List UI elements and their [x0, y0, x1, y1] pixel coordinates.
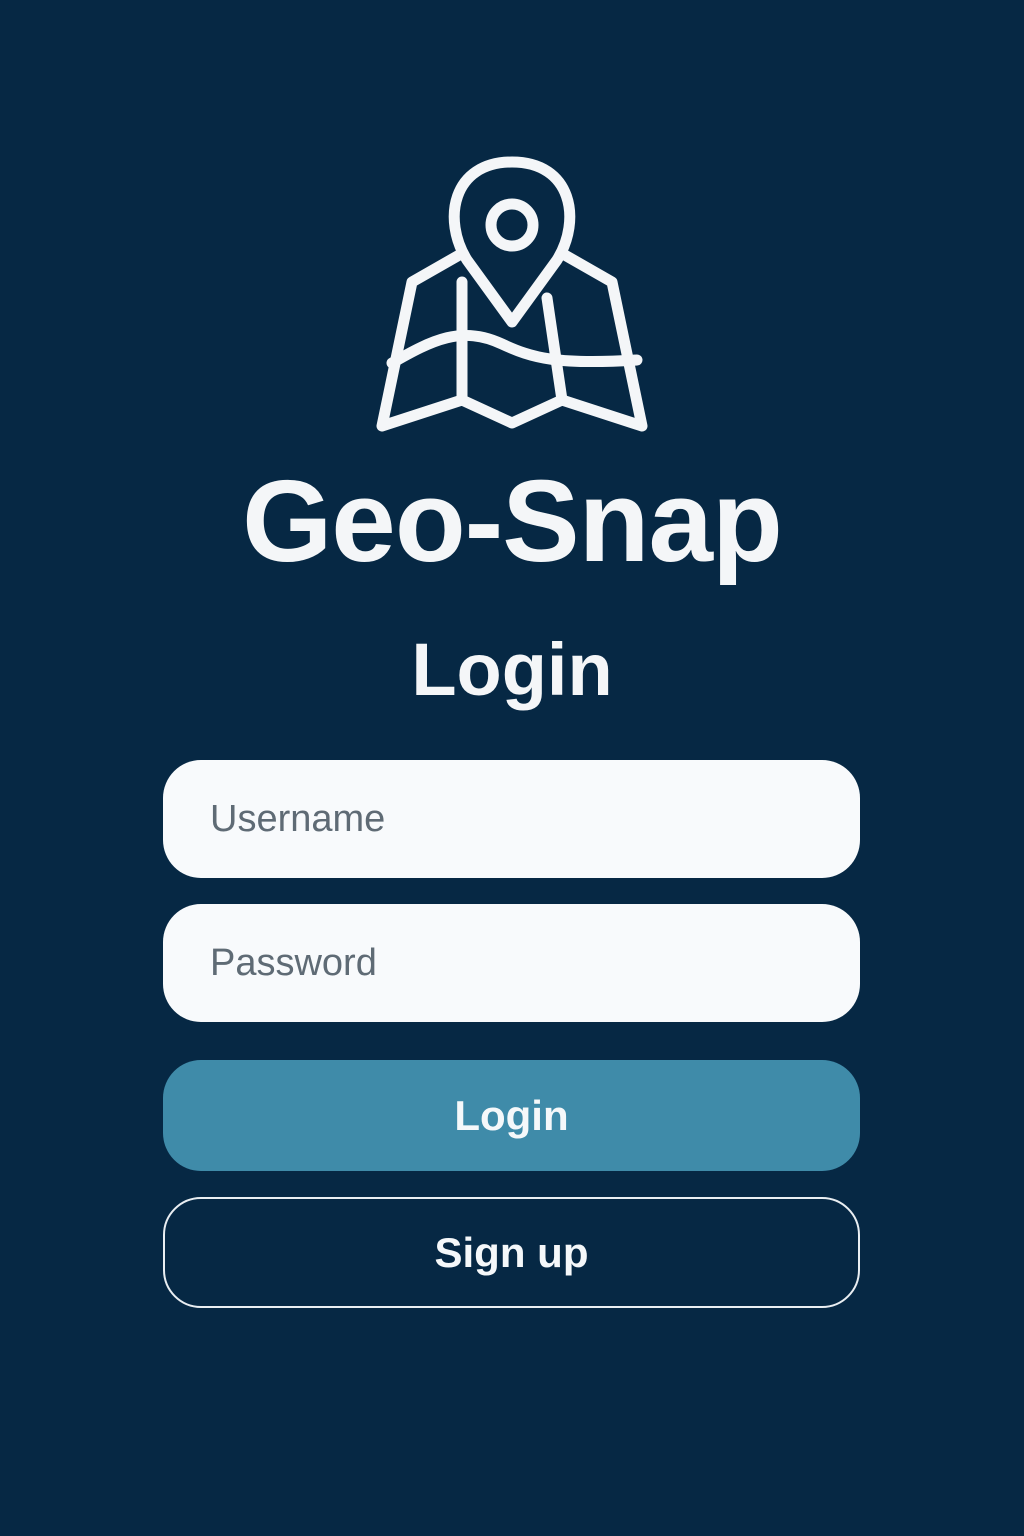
- signup-button[interactable]: Sign up: [163, 1197, 860, 1308]
- map-pin-icon: [372, 150, 652, 440]
- username-input[interactable]: [163, 760, 860, 878]
- login-button[interactable]: Login: [163, 1060, 860, 1171]
- login-screen: Geo-Snap Login Login Sign up: [0, 0, 1024, 1536]
- app-title: Geo-Snap: [242, 456, 783, 586]
- password-input[interactable]: [163, 904, 860, 1022]
- login-heading: Login: [411, 628, 613, 711]
